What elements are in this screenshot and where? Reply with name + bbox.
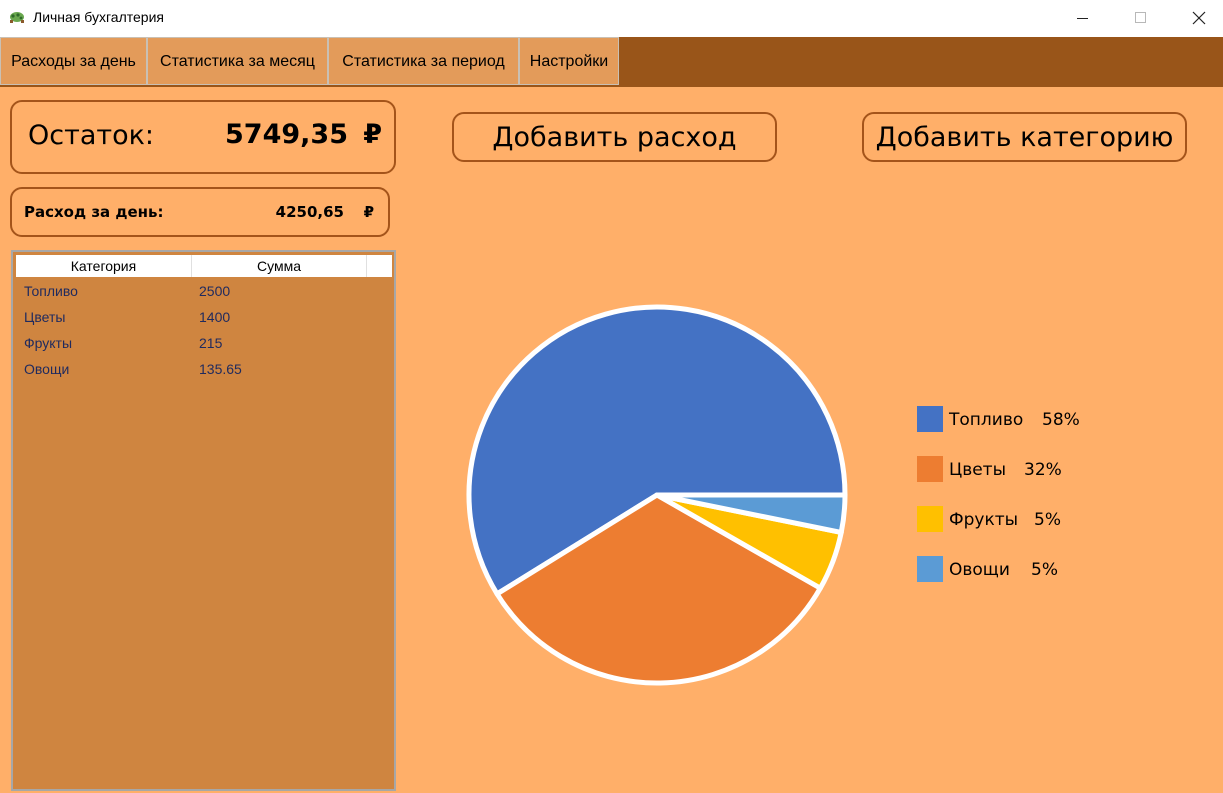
app-logo-icon <box>10 12 24 23</box>
tab-month-stats[interactable]: Статистика за месяц <box>147 37 328 85</box>
add-expense-button[interactable]: Добавить расход <box>452 112 777 162</box>
table-row[interactable]: Цветы 1400 <box>13 306 383 332</box>
column-header-sum[interactable]: Сумма <box>192 255 367 277</box>
tab-settings[interactable]: Настройки <box>519 37 619 85</box>
add-category-button[interactable]: Добавить категорию <box>862 112 1187 162</box>
legend-label: Овощи <box>949 560 1010 580</box>
cell-category: Топливо <box>24 283 78 299</box>
legend-swatch <box>917 556 943 582</box>
balance-panel: Остаток: 5749,35 ₽ <box>10 100 396 174</box>
table-row[interactable]: Овощи 135.65 <box>13 358 383 384</box>
column-header-category[interactable]: Категория <box>16 255 192 277</box>
expenses-table[interactable]: Категория Сумма Топливо 2500 Цветы 1400 … <box>11 250 396 791</box>
window-title: Личная бухгалтерия <box>33 9 164 25</box>
legend-swatch <box>917 406 943 432</box>
legend-percent: 32% <box>1024 460 1062 480</box>
legend-percent: 58% <box>1042 410 1080 430</box>
close-icon[interactable] <box>1176 0 1222 37</box>
legend-percent: 5% <box>1034 510 1061 530</box>
minimize-icon[interactable] <box>1060 0 1106 37</box>
cell-category: Цветы <box>24 309 66 325</box>
cell-sum: 2500 <box>199 283 231 299</box>
tab-period-stats[interactable]: Статистика за период <box>328 37 519 85</box>
table-row[interactable]: Топливо 2500 <box>13 280 383 306</box>
cell-sum: 135.65 <box>199 361 242 377</box>
tab-bar: Расходы за день Статистика за месяц Стат… <box>0 37 1223 87</box>
legend-percent: 5% <box>1031 560 1058 580</box>
cell-category: Овощи <box>24 361 70 377</box>
cell-category: Фрукты <box>24 335 73 351</box>
tab-daily-expenses[interactable]: Расходы за день <box>0 37 147 85</box>
daily-expense-label: Расход за день: <box>24 203 164 221</box>
cell-sum: 215 <box>199 335 223 351</box>
chart-legend: Топливо 58% Цветы 32% Фрукты 5% Овощи 5% <box>917 406 1117 596</box>
daily-expense-panel: Расход за день: 4250,65 ₽ <box>10 187 390 237</box>
daily-expense-currency: ₽ <box>363 203 374 221</box>
table-header: Категория Сумма <box>16 255 392 277</box>
window-titlebar: Личная бухгалтерия <box>0 0 1223 37</box>
table-row[interactable]: Фрукты 215 <box>13 332 383 358</box>
legend-label: Фрукты <box>949 510 1019 530</box>
expense-pie-chart <box>466 304 848 686</box>
legend-label: Топливо <box>949 410 1024 430</box>
legend-label: Цветы <box>949 460 1007 480</box>
balance-currency: ₽ <box>363 119 382 150</box>
balance-amount: 5749,35 <box>225 119 348 150</box>
daily-expense-amount: 4250,65 <box>275 203 344 221</box>
cell-sum: 1400 <box>199 309 231 325</box>
maximize-icon[interactable] <box>1118 0 1164 37</box>
legend-swatch <box>917 456 943 482</box>
balance-label: Остаток: <box>28 120 155 151</box>
legend-swatch <box>917 506 943 532</box>
